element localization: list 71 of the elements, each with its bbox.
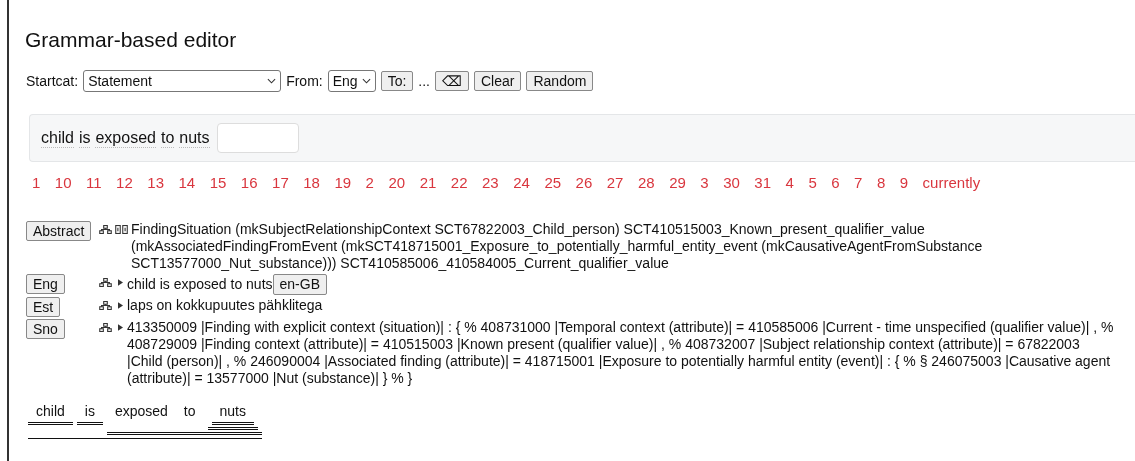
language-button[interactable]: Sno bbox=[26, 319, 65, 339]
language-button[interactable]: Est bbox=[26, 297, 61, 317]
locale-button[interactable]: en-GB bbox=[272, 274, 327, 295]
tree-icon[interactable] bbox=[99, 323, 112, 332]
completion-link[interactable]: 7 bbox=[854, 174, 863, 191]
completion-link[interactable]: 17 bbox=[272, 174, 289, 191]
page-title: Grammar-based editor bbox=[25, 28, 238, 52]
expand-triangle-icon[interactable] bbox=[118, 302, 123, 309]
from-select[interactable]: Eng bbox=[327, 70, 376, 92]
completion-link[interactable]: 26 bbox=[575, 174, 593, 191]
completion-link[interactable]: 2 bbox=[365, 174, 374, 191]
tree-word: child bbox=[35, 403, 66, 420]
tree-icon[interactable] bbox=[99, 278, 112, 287]
linearization-text: child is exposed to nuts bbox=[127, 276, 273, 292]
from-label: From: bbox=[286, 73, 323, 89]
completion-link[interactable]: 18 bbox=[303, 174, 320, 191]
completion-link[interactable]: 12 bbox=[116, 174, 133, 191]
completion-link[interactable]: 22 bbox=[450, 174, 468, 191]
startcat-label: Startcat: bbox=[26, 73, 79, 89]
completion-link[interactable]: currently bbox=[922, 174, 981, 191]
bracket-icon[interactable] bbox=[115, 225, 128, 234]
completion-link[interactable]: 10 bbox=[54, 174, 72, 191]
completion-link[interactable]: 3 bbox=[700, 174, 709, 191]
linearization-text: laps on kokkupuutes pähklitega bbox=[127, 297, 323, 313]
tree-word: exposed bbox=[113, 403, 169, 420]
tree-icon[interactable] bbox=[99, 225, 112, 234]
completion-link[interactable]: 23 bbox=[482, 174, 499, 191]
chevron-down-icon[interactable] bbox=[267, 78, 277, 84]
language-button[interactable]: Eng bbox=[26, 274, 65, 294]
completion-link[interactable]: 19 bbox=[334, 174, 352, 191]
tree-word: nuts bbox=[218, 403, 247, 420]
language-button[interactable]: Abstract bbox=[26, 221, 92, 241]
tree-word: is bbox=[83, 403, 96, 420]
completion-link[interactable]: 30 bbox=[723, 174, 740, 191]
startcat-select[interactable]: Statement bbox=[83, 70, 282, 92]
completion-link[interactable]: 14 bbox=[178, 174, 196, 191]
completion-link[interactable]: 15 bbox=[209, 174, 227, 191]
to-button[interactable]: To: bbox=[380, 71, 414, 91]
completion-link[interactable]: 8 bbox=[876, 174, 886, 191]
completion-link[interactable]: 4 bbox=[785, 174, 794, 191]
sentence-word[interactable]: is bbox=[78, 128, 91, 148]
backspace-button[interactable]: ⌫ bbox=[435, 71, 469, 91]
sentence-word[interactable]: to bbox=[160, 128, 175, 148]
completion-link[interactable]: 27 bbox=[606, 174, 624, 191]
completion-link[interactable]: 1 bbox=[32, 174, 41, 191]
completion-link[interactable]: 24 bbox=[513, 174, 530, 191]
completion-link[interactable]: 6 bbox=[831, 174, 840, 191]
random-button[interactable]: Random bbox=[526, 71, 594, 91]
clear-button[interactable]: Clear bbox=[474, 71, 522, 91]
sentence-word[interactable]: exposed bbox=[95, 128, 156, 148]
completion-link[interactable]: 25 bbox=[544, 174, 562, 191]
completion-link[interactable]: 20 bbox=[388, 174, 406, 191]
sentence-word[interactable]: nuts bbox=[179, 128, 210, 148]
completion-link[interactable]: 31 bbox=[754, 174, 772, 191]
completion-link[interactable]: 21 bbox=[419, 174, 437, 191]
linearization-text: 413350009 |Finding with explicit context (situation)| : { % 408731000 |Temporal context (attribute)| = 410585006 |Current - time unspecified (qualifier value)| , % 408729009 |Finding context (attribute)| = 410515003 |Known present (qualifier value)| , % 408732007 |Subject relationship context (attribute)| = 67822003 |Child (person)| , % 246090004 |Associated finding (attribute)| = 418715001 |Exposure to potentially harmful entity (event)| : { % § 246075003 |Causative agent (attribute)| = 13577000 |Nut (substance)| } % } bbox=[127, 319, 1114, 386]
completion-link[interactable]: 9 bbox=[899, 174, 909, 191]
completion-link[interactable]: 16 bbox=[240, 174, 258, 191]
chevron-down-icon[interactable] bbox=[361, 78, 371, 84]
word-input-field[interactable] bbox=[216, 123, 299, 153]
sentence-word[interactable]: child bbox=[41, 128, 74, 148]
completion-link[interactable]: 28 bbox=[637, 174, 655, 191]
tree-word: to bbox=[182, 403, 197, 420]
ellipsis: ... bbox=[418, 73, 430, 89]
completion-link[interactable]: 11 bbox=[86, 174, 102, 191]
completion-link[interactable]: 29 bbox=[669, 174, 686, 191]
tree-icon[interactable] bbox=[99, 301, 112, 310]
expand-triangle-icon[interactable] bbox=[118, 279, 123, 286]
completion-link[interactable]: 5 bbox=[808, 174, 817, 191]
completion-link[interactable]: 13 bbox=[147, 174, 164, 191]
expand-triangle-icon[interactable] bbox=[118, 324, 123, 331]
